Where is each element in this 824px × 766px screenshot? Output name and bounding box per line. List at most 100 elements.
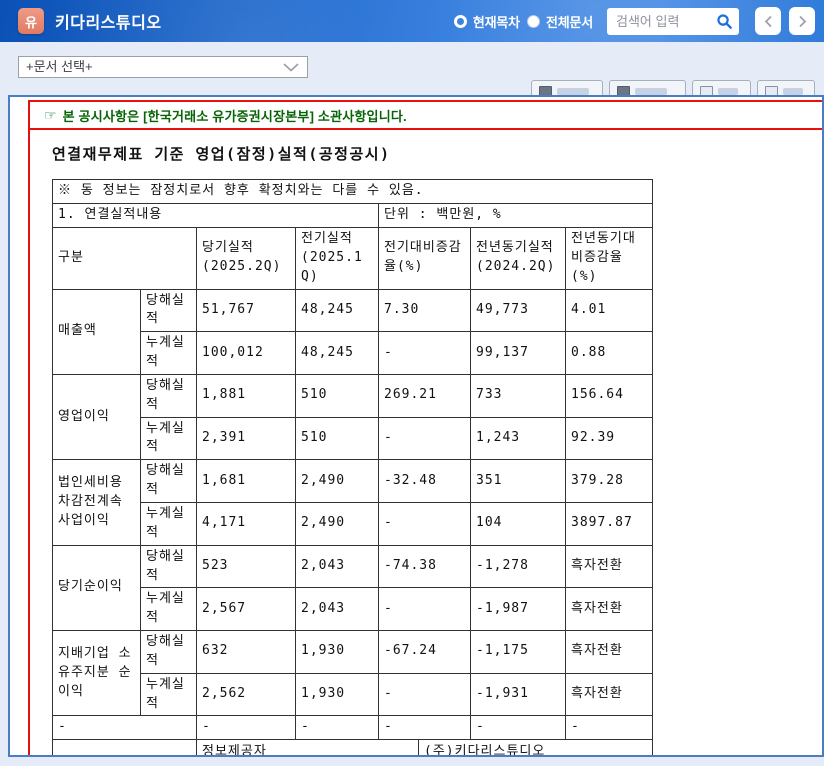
value-cell: -1,987 [470,587,566,632]
toolbar-button-3[interactable] [692,80,751,96]
table-row: 누계실적 2,567 2,043 - -1,987 흑자전환 [53,587,654,632]
value-cell: 0.88 [564,331,654,375]
market-badge-icon: 유 [18,8,44,34]
disclosure-frame: ☞ 본 공시사항은 [한국거래소 유가증권시장본부] 소관사항입니다. 연결재무… [28,100,822,755]
document-select-dropdown[interactable]: +문서 선택+ [18,56,308,78]
value-cell: 1,681 [196,459,296,503]
col-header-qoq: 전기대비증감율(%) [378,227,471,290]
table-row: 누계실적 2,562 1,930 - -1,931 흑자전환 [53,672,654,717]
value-cell: -1,931 [470,672,566,717]
value-cell: 510 [295,416,379,461]
value-cell: 1,930 [295,672,379,717]
value-cell: -74.38 [378,544,471,589]
value-cell: 100,012 [196,331,296,375]
table-row: 지배기업 소유주지분 순이익 당해실적 632 1,930 -67.24 -1,… [52,630,654,717]
chevron-right-icon [798,15,806,27]
category-cell: 매출액 [52,288,141,375]
search-box [607,7,739,35]
dash-cell: - [470,715,566,741]
value-cell: - [378,587,471,632]
value-cell: 632 [196,630,296,674]
toolbar-button-4[interactable] [757,80,815,96]
section2-label: 2. 정보제공내역 [52,739,197,755]
table-header-row: 구분 당기실적 (2025.2Q) 전기실적 (2025.1Q) 전기대비증감율… [52,227,654,290]
value-cell: 2,391 [196,416,296,461]
table-row: 당기순이익 당해실적 523 2,043 -74.38 -1,278 흑자전환 [52,544,654,632]
next-result-button[interactable] [789,7,815,35]
toolbar-button-1[interactable] [531,80,603,96]
value-cell: 510 [295,373,379,418]
clipped-toolbar [531,80,815,96]
radio-full-document[interactable] [526,14,540,28]
sub-cell: 당해실적 [140,630,197,674]
table-row: 영업이익 당해실적 1,881 510 269.21 733 156.64 [52,373,654,461]
value-cell: 99,137 [470,331,566,375]
value-cell: 269.21 [378,373,471,418]
value-cell: 2,043 [295,587,379,632]
prev-result-button[interactable] [755,7,781,35]
value-cell: 1,930 [295,630,379,674]
info-table: 2. 정보제공내역 정보제공자 (주)키다리스튜디오 정보제공대상자 기관투자자… [52,739,653,755]
table-row: 누계실적 100,012 48,245 - 99,137 0.88 [53,331,654,375]
sub-cell: 당해실적 [140,459,197,503]
value-cell: 51,767 [196,288,296,333]
table-row: 누계실적 4,171 2,490 - 104 3897.87 [53,501,654,546]
category-cell: 지배기업 소유주지분 순이익 [52,630,141,717]
value-cell: 흑자전환 [564,587,654,632]
table-row: 1. 연결실적내용 단위 : 백만원, % [52,203,654,228]
value-cell: 733 [470,373,566,418]
category-cell: 당기순이익 [52,544,141,632]
value-cell: 2,567 [196,587,296,632]
value-cell: - [378,501,471,546]
dash-cell: - [52,715,197,741]
jurisdiction-notice-text: 본 공시사항은 [한국거래소 유가증권시장본부] 소관사항입니다. [62,109,407,124]
value-cell: -32.48 [378,459,471,503]
dash-cell: - [196,715,296,741]
value-cell: 379.28 [564,459,654,503]
value-cell: - [378,331,471,375]
section1-label: 1. 연결실적내용 [52,203,379,228]
value-cell: 1,243 [470,416,566,461]
col-header-yoy-value: 전년동기실적 (2024.2Q) [470,227,566,290]
value-cell: 2,490 [295,459,379,503]
viewer-panel: ☞ 본 공시사항은 [한국거래소 유가증권시장본부] 소관사항입니다. 연결재무… [8,95,824,757]
sub-cell: 누계실적 [140,331,197,375]
document-select-value: +문서 선택+ [26,59,93,74]
value-cell: -1,175 [470,630,566,674]
value-cell: 49,773 [470,288,566,333]
value-cell: 흑자전환 [564,544,654,589]
sub-cell: 당해실적 [140,288,197,333]
value-cell: 92.39 [564,416,654,461]
col-header-yoy-rate: 전년동기대비증감율(%) [564,227,654,290]
table-row: ※ 동 정보는 잠정치로서 향후 확정치와는 다를 수 있음. [51,179,654,204]
radio-current-toc-label[interactable]: 현재목차 [473,12,520,31]
value-cell: 흑자전환 [564,630,654,674]
value-cell: 156.64 [564,373,654,418]
value-cell: - [378,416,471,461]
chevron-left-icon [764,15,772,27]
dash-cell: - [295,715,379,741]
value-cell: 523 [196,544,296,589]
value-cell: -1,278 [470,544,566,589]
value-cell: 48,245 [295,331,379,375]
pointing-hand-icon: ☞ [44,107,57,123]
jurisdiction-notice: ☞ 본 공시사항은 [한국거래소 유가증권시장본부] 소관사항입니다. [30,102,822,130]
radio-full-document-label[interactable]: 전체문서 [546,12,593,31]
radio-current-toc[interactable] [453,14,467,28]
results-table: ※ 동 정보는 잠정치로서 향후 확정치와는 다를 수 있음. 1. 연결실적내… [51,179,654,741]
toolbar-button-2[interactable] [609,80,686,96]
document-body: 연결재무제표 기준 영업(잠정)실적(공정공시) ※ 동 정보는 잠정치로서 향… [30,130,822,755]
info-key: 정보제공자 [196,739,419,755]
value-cell: -67.24 [378,630,471,674]
table-row: 2. 정보제공내역 정보제공자 (주)키다리스튜디오 [52,739,653,755]
provisional-note: ※ 동 정보는 잠정치로서 향후 확정치와는 다를 수 있음. [51,179,654,204]
value-cell: - [378,672,471,717]
sub-cell: 당해실적 [140,544,197,589]
value-cell: 48,245 [295,288,379,333]
value-cell: 흑자전환 [564,672,654,717]
value-cell: 2,562 [196,672,296,717]
table-row: 법인세비용차감전계속사업이익 당해실적 1,681 2,490 -32.48 3… [52,459,654,546]
chevron-down-icon [283,62,299,72]
unit-label: 단위 : 백만원, % [377,203,654,228]
search-icon[interactable] [716,13,733,35]
